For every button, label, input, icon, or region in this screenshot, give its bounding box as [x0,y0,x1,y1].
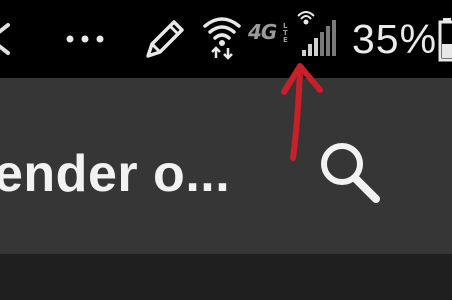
status-bar: 4G LTE 35% [0,0,452,78]
pen-icon [142,14,190,62]
lte-activity-icon [297,11,315,25]
more-dots-icon [64,27,110,51]
battery-icon [438,14,452,62]
network-type-indicator: 4G LTE [248,20,294,54]
annotation-arrow-icon [276,58,326,168]
network-subtype-label: LTE [283,22,288,44]
signal-icon [296,10,344,60]
wifi-icon [202,14,242,60]
network-type-label: 4G [248,20,277,44]
battery-percentage: 35% [352,16,438,62]
toolbar-title: ender o... [0,145,231,203]
back-arrow-icon[interactable] [0,19,14,59]
app-toolbar: ender o... [0,78,452,254]
content-area [0,254,452,300]
